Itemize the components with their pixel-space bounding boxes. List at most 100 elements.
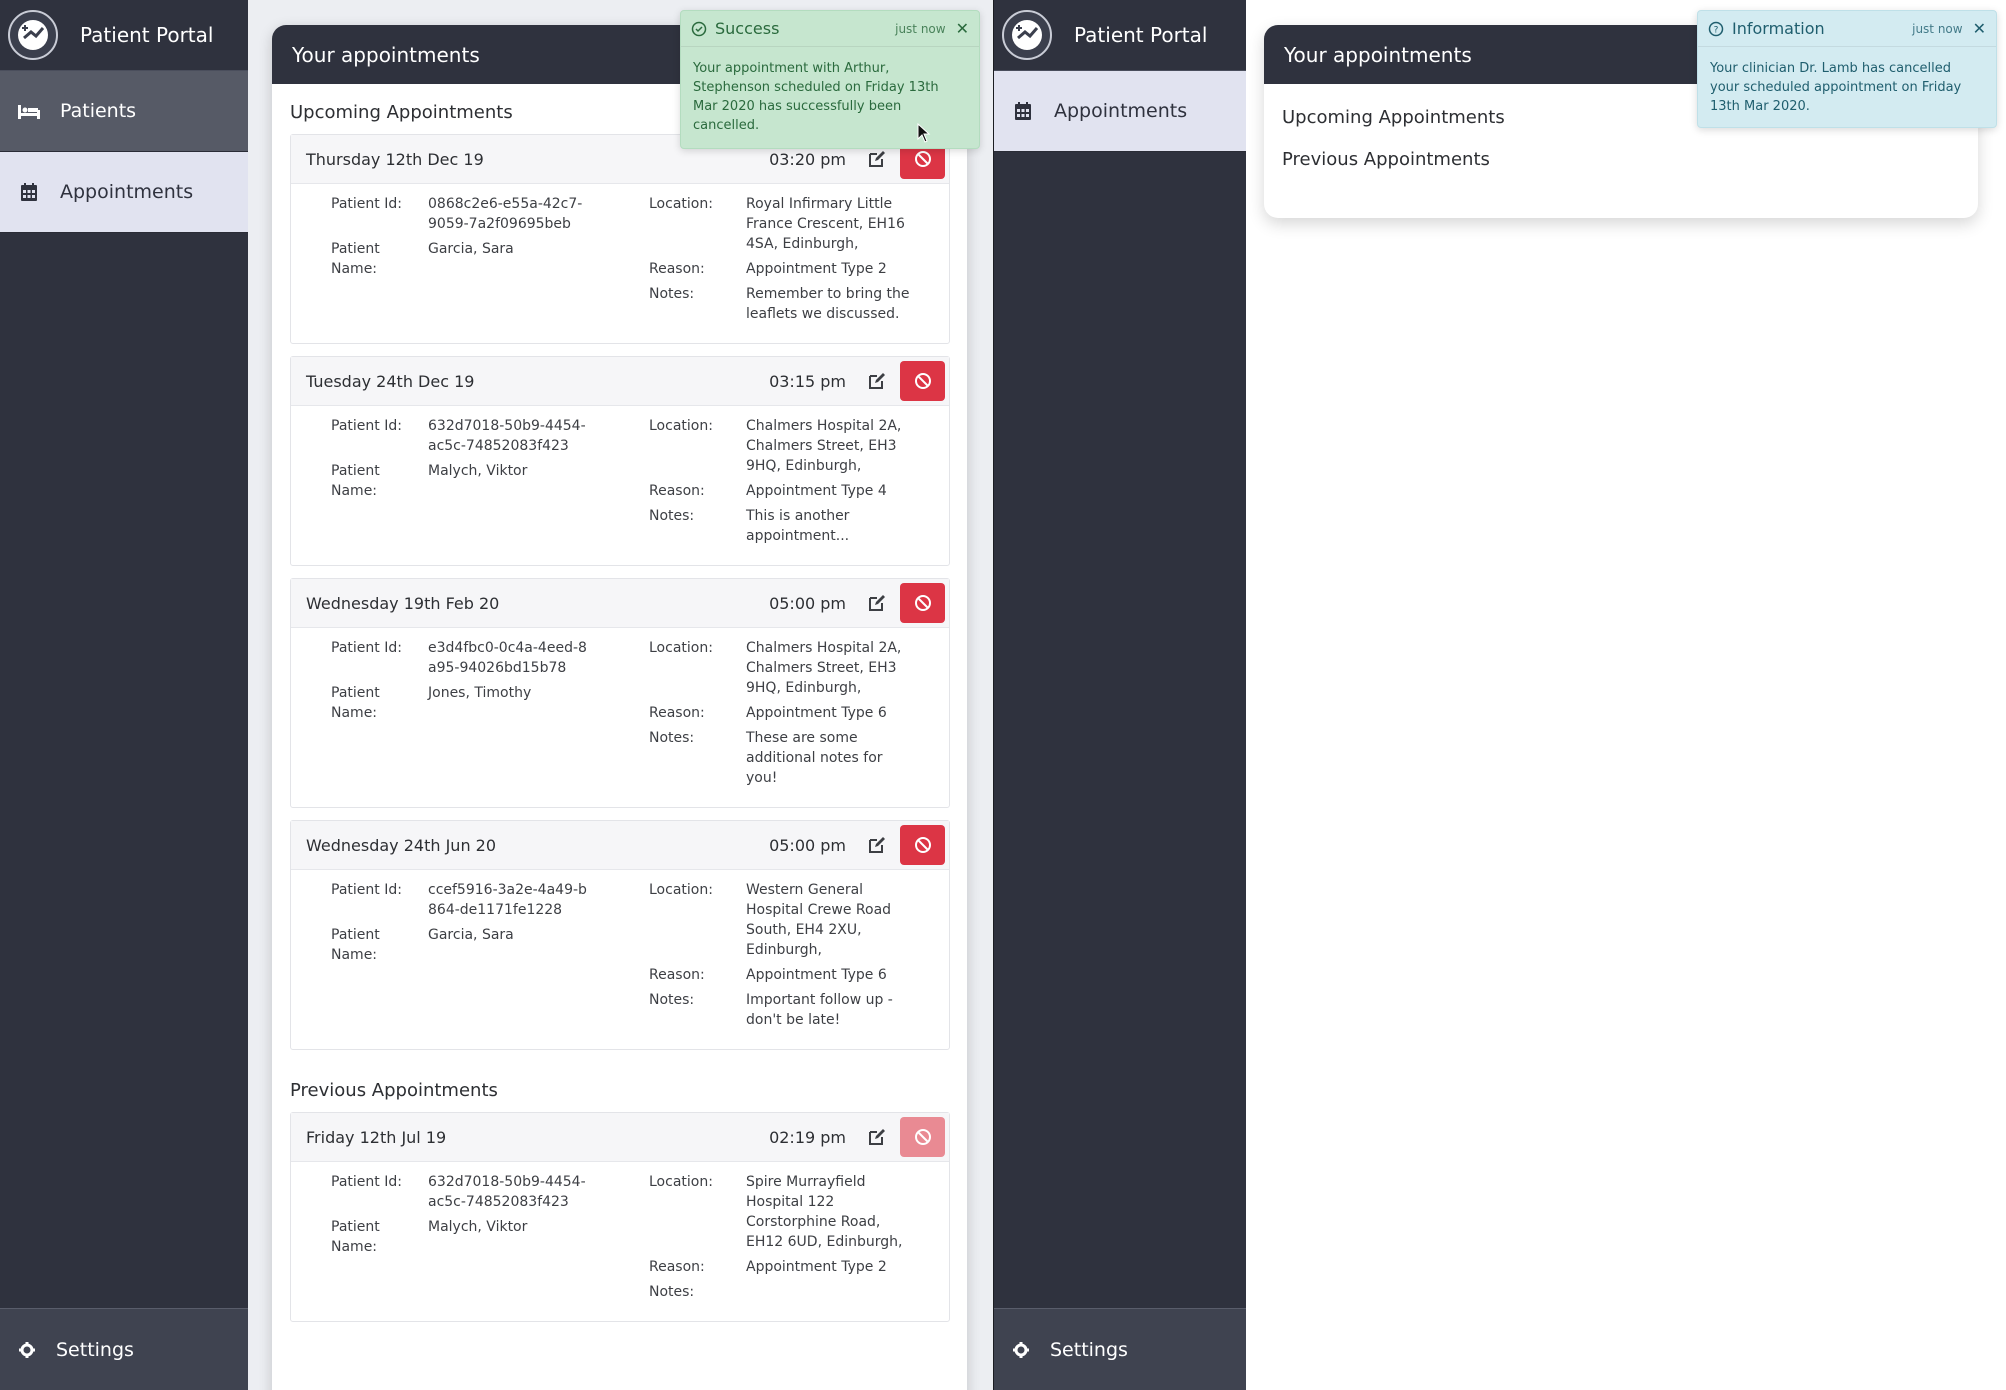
reason-label: Reason: [649, 1259, 705, 1275]
cancel-appointment-button[interactable] [900, 825, 945, 865]
patient-id-value: 632d7018-50b9-4454-ac5c-74852083f423 [428, 1174, 586, 1210]
edit-icon [869, 373, 885, 389]
ban-icon [914, 595, 931, 611]
patient-name-value: Malych, Viktor [428, 463, 528, 479]
patient-name-label: Patient Name: [331, 1219, 380, 1255]
patient-name-label: Patient Name: [331, 927, 380, 963]
brand[interactable]: Patient Portal [0, 0, 248, 71]
ban-icon [914, 373, 931, 389]
sidebar-item-label: Patients [60, 100, 137, 122]
app-title: Patient Portal [1074, 23, 1208, 47]
toast-title: Information [1732, 19, 1825, 38]
reason-value: Appointment Type 2 [746, 1259, 887, 1275]
appointment-details: Patient Id: 632d7018-50b9-4454-ac5c-74852… [291, 406, 949, 565]
sidebar-item-appointments[interactable]: Appointments [994, 71, 1246, 152]
calendar-icon [18, 181, 40, 203]
appointment-header: Wednesday 19th Feb 20 05:00 pm [291, 579, 949, 628]
patient-id-label: Patient Id: [331, 640, 402, 656]
edit-icon [869, 837, 885, 853]
location-label: Location: [649, 196, 713, 212]
notes-value: Remember to bring the leaflets we discus… [746, 286, 910, 322]
ban-icon [914, 151, 931, 167]
cancel-appointment-button[interactable] [900, 583, 945, 623]
appointment-date: Thursday 12th Dec 19 [306, 149, 484, 169]
main-content: Your appointments Upcoming Appointments … [1246, 0, 2006, 1390]
appointment-details: Patient Id: 632d7018-50b9-4454-ac5c-74852… [291, 1162, 949, 1321]
appointment-time: 03:20 pm [769, 149, 846, 169]
reason-value: Appointment Type 6 [746, 705, 887, 721]
notes-value: Important follow up - don't be late! [746, 992, 893, 1028]
appointment-header: Wednesday 24th Jun 20 05:00 pm [291, 821, 949, 870]
appointment-time: 05:00 pm [769, 593, 846, 613]
notes-label: Notes: [649, 286, 695, 302]
appointment-card: Thursday 12th Dec 19 03:20 pm Patient Id… [290, 134, 950, 344]
edit-appointment-button[interactable] [862, 830, 892, 860]
sidebar-item-label: Appointments [1054, 100, 1188, 122]
reason-label: Reason: [649, 483, 705, 499]
patient-id-label: Patient Id: [331, 1174, 402, 1190]
location-value: Chalmers Hospital 2A, Chalmers Street, E… [746, 640, 902, 696]
patient-name-value: Malych, Viktor [428, 1219, 528, 1235]
previous-appointments-list: Friday 12th Jul 19 02:19 pm Patient Id: 6… [272, 1112, 967, 1322]
svg-text:?: ? [1714, 25, 1719, 35]
settings-button[interactable]: Settings [994, 1308, 1246, 1390]
patient-name-label: Patient Name: [331, 463, 380, 499]
reason-label: Reason: [649, 705, 705, 721]
close-icon[interactable]: ✕ [1973, 19, 1986, 38]
previous-appointments-heading: Previous Appointments [290, 1080, 498, 1101]
sidebar: Patient Portal Appointments Settings [994, 0, 1246, 1390]
patient-id-value: 0868c2e6-e55a-42c7-9059-7a2f09695beb [428, 196, 583, 232]
gear-icon [1012, 1341, 1030, 1359]
settings-button[interactable]: Settings [0, 1308, 248, 1390]
sidebar-item-appointments[interactable]: Appointments [0, 152, 248, 233]
reason-value: Appointment Type 4 [746, 483, 887, 499]
sidebar-item-label: Appointments [60, 181, 194, 203]
edit-appointment-button[interactable] [862, 1122, 892, 1152]
location-value: Western General Hospital Crewe Road Sout… [746, 882, 892, 958]
edit-appointment-button[interactable] [862, 366, 892, 396]
logo-icon [1002, 10, 1052, 60]
gear-icon [18, 1341, 36, 1359]
patient-id-value: e3d4fbc0-0c4a-4eed-8a95-94026bd15b78 [428, 640, 587, 676]
cancel-appointment-button[interactable] [900, 1117, 945, 1157]
patient-name-value: Jones, Timothy [428, 685, 532, 701]
sidebar: Patient Portal Patients Appointments Set… [0, 0, 248, 1390]
info-toast: ? Information just now ✕ Your clinician … [1697, 10, 1997, 128]
patient-name-label: Patient Name: [331, 241, 380, 277]
toast-message: Your clinician Dr. Lamb has cancelled yo… [1710, 61, 1962, 114]
cancel-appointment-button[interactable] [900, 361, 945, 401]
appointment-card: Friday 12th Jul 19 02:19 pm Patient Id: 6… [290, 1112, 950, 1322]
notes-label: Notes: [649, 992, 695, 1008]
calendar-icon [1012, 100, 1034, 122]
reason-label: Reason: [649, 261, 705, 277]
appointments-panel: Your appointments Upcoming Appointments … [272, 25, 967, 1390]
appointment-details: Patient Id: 0868c2e6-e55a-42c7-9059-7a2f0… [291, 184, 949, 343]
patient-window: Patient Portal Appointments Settings You… [993, 0, 2006, 1390]
appointment-header: Tuesday 24th Dec 19 03:15 pm [291, 357, 949, 406]
appointment-details: Patient Id: ccef5916-3a2e-4a49-b864-de117… [291, 870, 949, 1049]
patient-id-label: Patient Id: [331, 196, 402, 212]
brand[interactable]: Patient Portal [994, 0, 1246, 71]
appointment-date: Wednesday 24th Jun 20 [306, 835, 497, 855]
location-label: Location: [649, 882, 713, 898]
upcoming-appointments-list: Thursday 12th Dec 19 03:20 pm Patient Id… [272, 134, 967, 1050]
toast-timestamp: just now [895, 21, 946, 36]
app-title: Patient Portal [80, 23, 214, 47]
location-value: Royal Infirmary Little France Crescent, … [746, 196, 905, 252]
toast-title: Success [715, 19, 780, 38]
reason-value: Appointment Type 6 [746, 967, 887, 983]
previous-appointments-toggle[interactable]: Previous Appointments [1264, 138, 1978, 180]
sidebar-item-patients[interactable]: Patients [0, 71, 248, 152]
edit-appointment-button[interactable] [862, 588, 892, 618]
ban-icon [914, 1129, 931, 1145]
patient-id-value: ccef5916-3a2e-4a49-b864-de1171fe1228 [428, 882, 587, 918]
notes-value: These are some additional notes for you! [746, 730, 883, 786]
question-circle-icon: ? [1708, 21, 1724, 37]
clinician-window: Patient Portal Patients Appointments Set… [0, 0, 993, 1390]
appointment-card: Wednesday 19th Feb 20 05:00 pm Patient I… [290, 578, 950, 808]
close-icon[interactable]: ✕ [956, 19, 969, 38]
appointment-time: 03:15 pm [769, 371, 846, 391]
appointment-card: Tuesday 24th Dec 19 03:15 pm Patient Id:… [290, 356, 950, 566]
location-label: Location: [649, 418, 713, 434]
mouse-cursor-icon [917, 122, 931, 147]
